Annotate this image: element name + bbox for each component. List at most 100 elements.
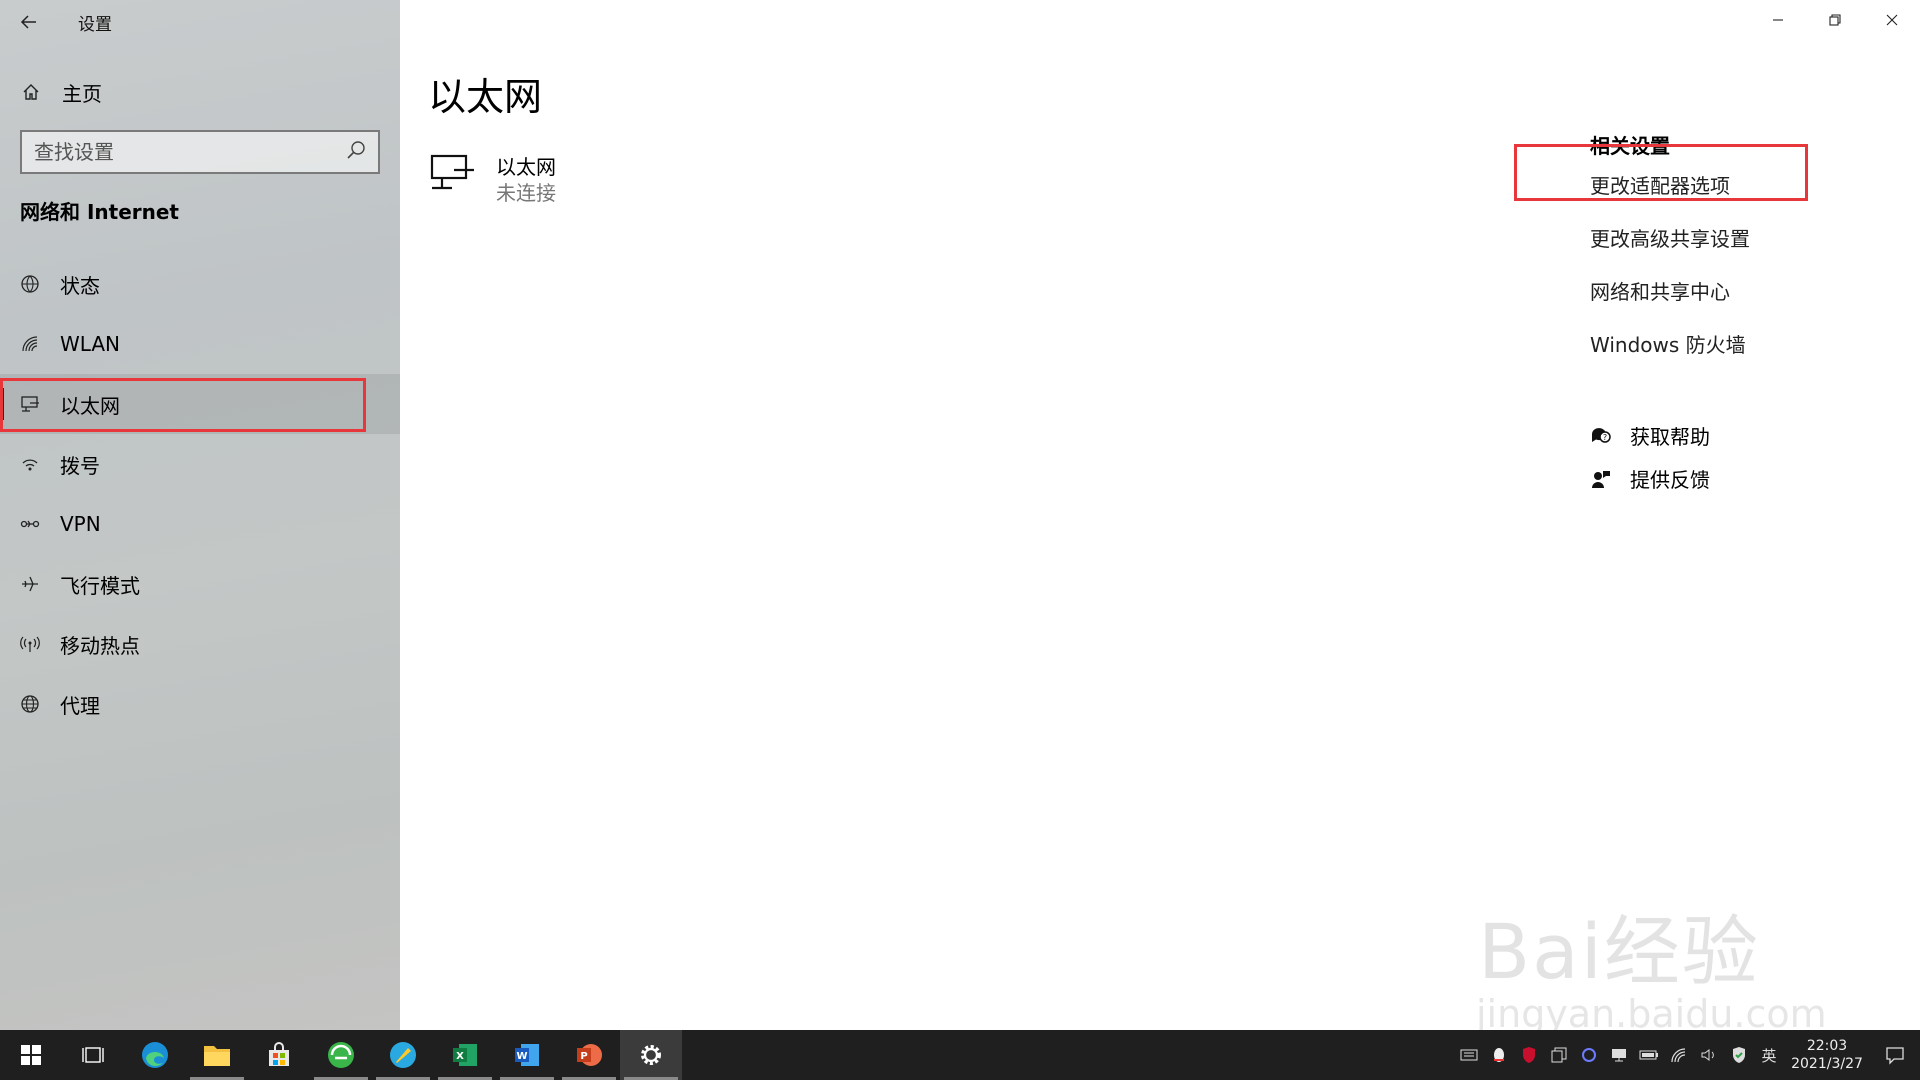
folder-icon [204,1046,230,1066]
system-tray: 英 22:03 2021/3/27 [1454,1030,1920,1080]
task-view-icon [82,1047,104,1063]
speaker-icon [1701,1049,1714,1061]
help-section: ? 获取帮助 提供反馈 [1590,414,1710,500]
tray-mcafee[interactable] [1514,1030,1544,1080]
tray-qq[interactable] [1484,1030,1514,1080]
copy-icon [1551,1047,1567,1063]
taskbar: X W P 英 22:03 2021/3/27 [0,1030,1920,1080]
tray-ime[interactable]: 英 [1754,1030,1784,1080]
get-help-label: 获取帮助 [1630,425,1710,449]
search-input[interactable] [34,140,346,164]
sidebar-item-wlan[interactable]: WLAN [0,314,400,374]
search-icon[interactable] [346,140,366,164]
excel-icon: X [453,1044,477,1066]
tray-security[interactable] [1724,1030,1754,1080]
back-arrow-icon [20,15,36,29]
home-link[interactable]: 主页 [20,72,102,112]
sidebar-item-airplane[interactable]: 飞行模式 [0,554,400,614]
sidebar-item-label: 代理 [60,693,100,718]
sidebar-item-vpn[interactable]: VPN [0,494,400,554]
tray-wifi[interactable] [1664,1030,1694,1080]
clock-time: 22:03 [1806,1038,1848,1054]
taskbar-file-explorer[interactable] [186,1030,248,1080]
network-pc-icon [1612,1049,1626,1062]
ethernet-name: 以太网 [496,155,556,179]
ethernet-monitor-icon [430,154,478,194]
network-sharing-center-link[interactable]: 网络和共享中心 [1590,277,1750,330]
taskbar-word[interactable]: W [496,1030,558,1080]
sidebar-item-label: 移动热点 [60,633,140,658]
get-help-link[interactable]: ? 获取帮助 [1590,414,1710,457]
sidebar-item-label: 飞行模式 [60,573,140,598]
sidebar-titlebar: 设置 [0,0,400,44]
sidebar: 设置 主页 网络和 Internet 状态 WLAN [0,0,400,1030]
back-button[interactable] [0,0,58,44]
sidebar-item-hotspot[interactable]: 移动热点 [0,614,400,674]
status-globe-icon [20,274,40,294]
sidebar-item-status[interactable]: 状态 [0,254,400,314]
cortana-ring-icon [1582,1048,1596,1062]
taskbar-excel[interactable]: X [434,1030,496,1080]
shield-m-icon [1523,1047,1535,1063]
battery-icon [1639,1050,1658,1060]
tray-keyboard[interactable] [1454,1030,1484,1080]
taskbar-yellow-app[interactable] [372,1030,434,1080]
advanced-sharing-settings-link[interactable]: 更改高级共享设置 [1590,224,1750,277]
ethernet-status: 未连接 [496,181,556,205]
tray-clock[interactable]: 22:03 2021/3/27 [1784,1037,1870,1073]
keyboard-icon [1460,1049,1478,1061]
windows-firewall-link[interactable]: Windows 防火墙 [1590,330,1750,383]
tray-network-pc[interactable] [1604,1030,1634,1080]
action-center-button[interactable] [1870,1030,1920,1080]
restore-icon [1828,14,1841,26]
taskbar-360-browser[interactable] [310,1030,372,1080]
adapter-options-highlight-box [1514,144,1808,201]
give-feedback-label: 提供反馈 [1630,468,1710,492]
dialup-icon [20,454,40,474]
page-title: 以太网 [428,75,543,119]
windows-logo-icon [21,1045,41,1065]
sidebar-item-dialup[interactable]: 拨号 [0,434,400,494]
wifi-icon [1671,1048,1686,1063]
give-feedback-link[interactable]: 提供反馈 [1590,457,1710,500]
restore-button[interactable] [1806,0,1863,40]
app-title: 设置 [78,14,112,35]
sidebar-item-proxy[interactable]: 代理 [0,674,400,734]
powerpoint-icon: P [577,1044,602,1066]
search-box[interactable] [20,130,380,174]
taskbar-edge[interactable] [124,1030,186,1080]
sidebar-item-label: 拨号 [60,453,100,478]
home-label: 主页 [62,81,102,106]
start-button[interactable] [0,1030,62,1080]
gear-icon [641,1045,661,1065]
sidebar-item-label: 状态 [60,273,100,298]
nav-list: 状态 WLAN 以太网 拨号 VPN 飞行模式 移动热点 代理 [0,254,400,734]
tray-volume[interactable] [1694,1030,1724,1080]
taskbar-store[interactable] [248,1030,310,1080]
taskbar-settings[interactable] [620,1030,682,1080]
notification-icon [1886,1047,1904,1065]
close-button[interactable] [1863,0,1920,40]
section-title: 网络和 Internet [20,200,179,224]
minimize-icon [1772,19,1783,21]
minimize-button[interactable] [1749,0,1806,40]
tray-cortana[interactable] [1574,1030,1604,1080]
tray-copy[interactable] [1544,1030,1574,1080]
defender-shield-icon [1733,1047,1745,1063]
vpn-icon [20,514,40,534]
help-chat-icon: ? [1590,426,1612,446]
svg-text:W: W [516,1051,527,1062]
edge-icon [142,1042,168,1068]
ethernet-text: 以太网 未连接 [496,154,556,206]
feedback-icon [1590,469,1612,489]
window-controls [1749,0,1920,40]
task-view-button[interactable] [62,1030,124,1080]
taskbar-powerpoint[interactable]: P [558,1030,620,1080]
word-icon: W [515,1044,539,1066]
wifi-icon [20,334,40,354]
hotspot-icon [20,634,40,654]
ethernet-highlight-box [0,378,366,432]
main-content: 以太网 以太网 未连接 相关设置 更改适配器选项 更改高级共享设置 网络和共享中… [400,0,1920,1030]
ethernet-connection[interactable]: 以太网 未连接 [430,154,556,206]
tray-battery[interactable] [1634,1030,1664,1080]
